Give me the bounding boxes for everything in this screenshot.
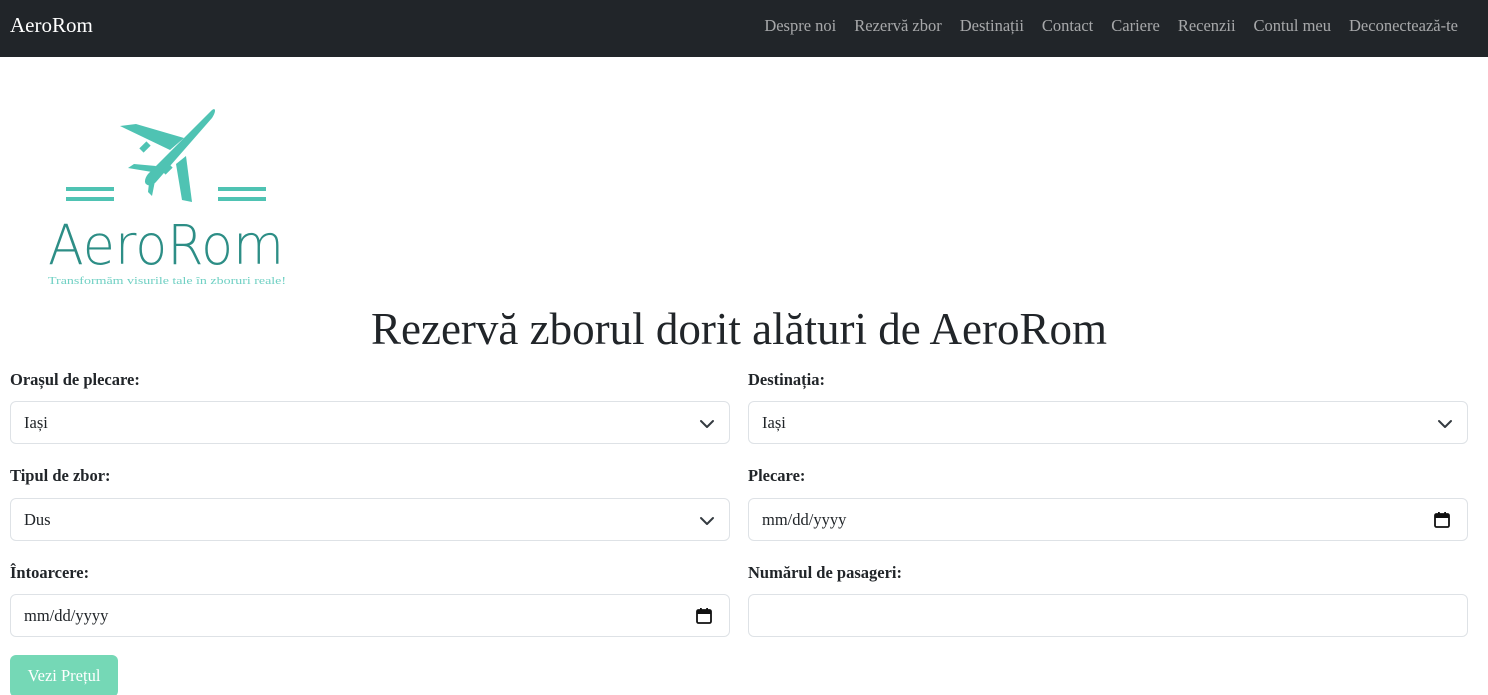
passengers-label: Numărul de pasageri: bbox=[748, 563, 902, 582]
departure-date-input[interactable]: mm/dd/yyyy bbox=[748, 498, 1468, 541]
destination-select-value: Iași bbox=[762, 412, 786, 432]
nav-link-recenzii[interactable]: Recenzii bbox=[1169, 15, 1245, 37]
origin-select[interactable]: Iași bbox=[10, 401, 730, 444]
chevron-down-icon bbox=[700, 420, 714, 428]
flight-type-select-value: Dus bbox=[24, 509, 51, 529]
navbar-brand[interactable]: AeroRom bbox=[10, 12, 93, 38]
page-title: Rezervă zborul dorit alături de AeroRom bbox=[371, 304, 1107, 354]
airplane-icon bbox=[120, 109, 215, 202]
logo-wordmark: AeroRom bbox=[48, 213, 284, 277]
nav-link-cariere[interactable]: Cariere bbox=[1102, 15, 1169, 37]
calendar-icon[interactable] bbox=[1433, 511, 1451, 529]
aerorom-logo: AeroRom Transformăm visurile tale în zbo… bbox=[44, 104, 294, 294]
runway-lines bbox=[66, 187, 266, 201]
destination-select[interactable]: Iași bbox=[748, 401, 1468, 444]
chevron-down-icon bbox=[700, 517, 714, 525]
passengers-input[interactable] bbox=[748, 594, 1468, 637]
nav-link-destinatii[interactable]: Destinații bbox=[951, 15, 1033, 37]
chevron-down-icon bbox=[1438, 420, 1452, 428]
calendar-icon[interactable] bbox=[695, 607, 713, 625]
departure-label: Plecare: bbox=[748, 466, 806, 485]
return-date-input[interactable]: mm/dd/yyyy bbox=[10, 594, 730, 637]
logo-tagline: Transformăm visurile tale în zboruri rea… bbox=[48, 275, 286, 287]
origin-label: Orașul de plecare: bbox=[10, 370, 140, 389]
nav-link-rezerva-zbor[interactable]: Rezervă zbor bbox=[845, 15, 951, 37]
origin-select-value: Iași bbox=[24, 412, 48, 432]
return-label: Întoarcere: bbox=[10, 563, 90, 582]
see-price-button[interactable]: Vezi Prețul bbox=[10, 655, 118, 695]
nav-link-contul-meu[interactable]: Contul meu bbox=[1245, 15, 1340, 37]
departure-date-placeholder: mm/dd/yyyy bbox=[762, 509, 847, 529]
flight-type-select[interactable]: Dus bbox=[10, 498, 730, 541]
nav-link-contact[interactable]: Contact bbox=[1033, 15, 1102, 37]
nav-link-despre-noi[interactable]: Despre noi bbox=[755, 15, 845, 37]
top-navbar: AeroRom Despre noi Rezervă zbor Destinaț… bbox=[0, 0, 1488, 57]
return-date-placeholder: mm/dd/yyyy bbox=[24, 605, 109, 625]
destination-label: Destinația: bbox=[748, 370, 825, 389]
nav-links: Despre noi Rezervă zbor Destinații Conta… bbox=[755, 15, 1467, 37]
nav-link-deconecteaza[interactable]: Deconectează-te bbox=[1340, 15, 1467, 37]
flight-type-label: Tipul de zbor: bbox=[10, 466, 111, 485]
